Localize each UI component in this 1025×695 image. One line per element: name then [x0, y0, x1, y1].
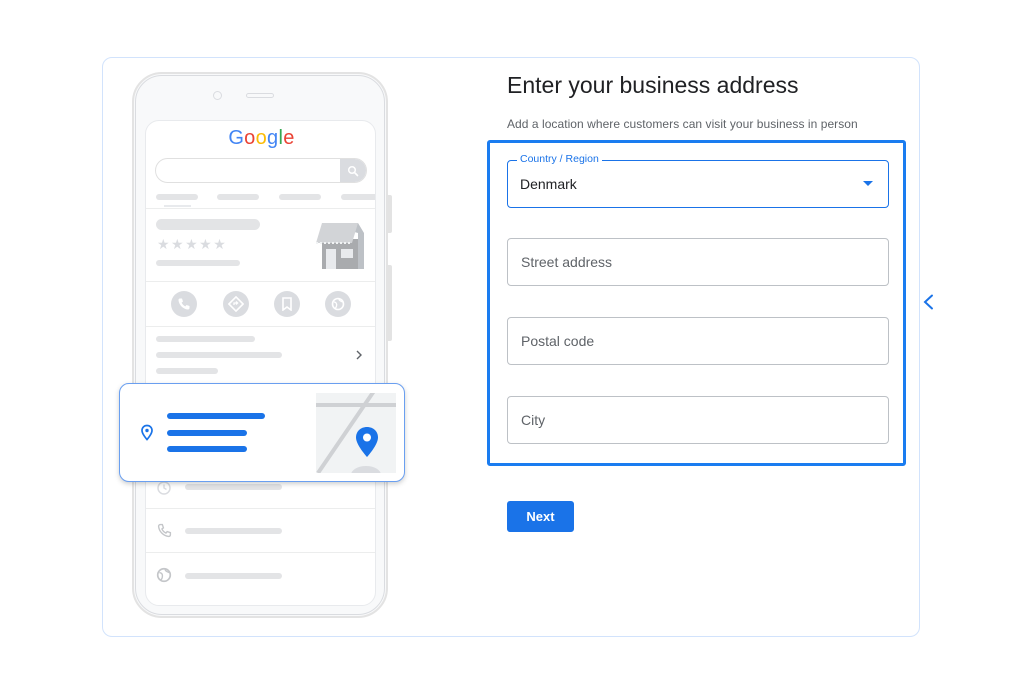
- phone-speaker: [246, 93, 274, 98]
- mock-title-line: [156, 219, 260, 230]
- mock-tab: [279, 194, 321, 200]
- storefront-icon: [316, 223, 364, 269]
- location-card-illustration: [119, 383, 405, 482]
- country-region-select[interactable]: Country / Region Denmark: [507, 153, 889, 208]
- phone-camera: [213, 91, 222, 100]
- page-subtitle: Add a location where customers can visit…: [507, 117, 858, 131]
- mock-text-line: [156, 352, 282, 358]
- globe-icon: [156, 567, 172, 583]
- mock-tab: [341, 194, 375, 200]
- postal-code-field-wrapper: [507, 317, 889, 365]
- clock-icon: [157, 481, 171, 495]
- mock-tab-indicator: [164, 205, 191, 207]
- mock-tab: [217, 194, 259, 200]
- mock-text-line: [156, 368, 218, 374]
- divider: [146, 552, 375, 553]
- phone-side-button: [388, 265, 392, 341]
- street-address-field-wrapper: [507, 238, 889, 286]
- next-button[interactable]: Next: [507, 501, 574, 532]
- pin-shadow: [351, 466, 381, 473]
- address-line: [167, 413, 265, 419]
- action-save: [274, 291, 300, 317]
- logo-letter: o: [255, 127, 268, 149]
- mock-text-line: [156, 260, 240, 266]
- action-directions: [223, 291, 249, 317]
- directions-icon: [228, 296, 244, 312]
- mock-text-line: [185, 528, 282, 534]
- postal-code-input[interactable]: [508, 318, 888, 364]
- mock-search-bar: [155, 158, 367, 183]
- bookmark-icon: [282, 297, 292, 311]
- address-line: [167, 430, 247, 436]
- mock-search-button: [340, 159, 366, 182]
- phone-icon: [157, 523, 172, 538]
- logo-letter: g: [267, 127, 279, 149]
- globe-icon: [331, 297, 345, 311]
- logo-letter: o: [244, 127, 256, 149]
- annotation-arrow-icon: [923, 294, 1025, 310]
- chevron-right-icon: [356, 350, 362, 360]
- address-line: [167, 446, 247, 452]
- action-website: [325, 291, 351, 317]
- mock-text-line: [185, 573, 282, 579]
- mock-text-line: [185, 484, 282, 490]
- search-icon: [347, 165, 359, 176]
- action-call: [171, 291, 197, 317]
- location-pin-icon: [141, 424, 153, 441]
- chevron-down-icon[interactable]: [863, 181, 873, 186]
- street-address-input[interactable]: [508, 239, 888, 285]
- divider: [146, 208, 375, 209]
- logo-letter: G: [228, 127, 245, 149]
- mock-text-line: [156, 336, 255, 342]
- country-region-label: Country / Region: [517, 153, 602, 165]
- phone-screen: Google ★★★★★: [145, 120, 376, 606]
- map-thumbnail: [316, 393, 396, 473]
- city-input[interactable]: [508, 397, 888, 443]
- rating-stars: ★★★★★: [157, 236, 228, 252]
- logo-letter: e: [283, 127, 295, 149]
- divider: [146, 326, 375, 327]
- city-field-wrapper: [507, 396, 889, 444]
- divider: [146, 508, 375, 509]
- phone-icon: [178, 298, 190, 310]
- country-region-value: Denmark: [520, 176, 577, 192]
- mock-tab: [156, 194, 198, 200]
- page-title: Enter your business address: [507, 72, 799, 98]
- google-logo: Google: [146, 127, 375, 150]
- phone-side-button: [388, 195, 392, 233]
- map-pin-icon: [356, 427, 378, 457]
- divider: [146, 281, 375, 282]
